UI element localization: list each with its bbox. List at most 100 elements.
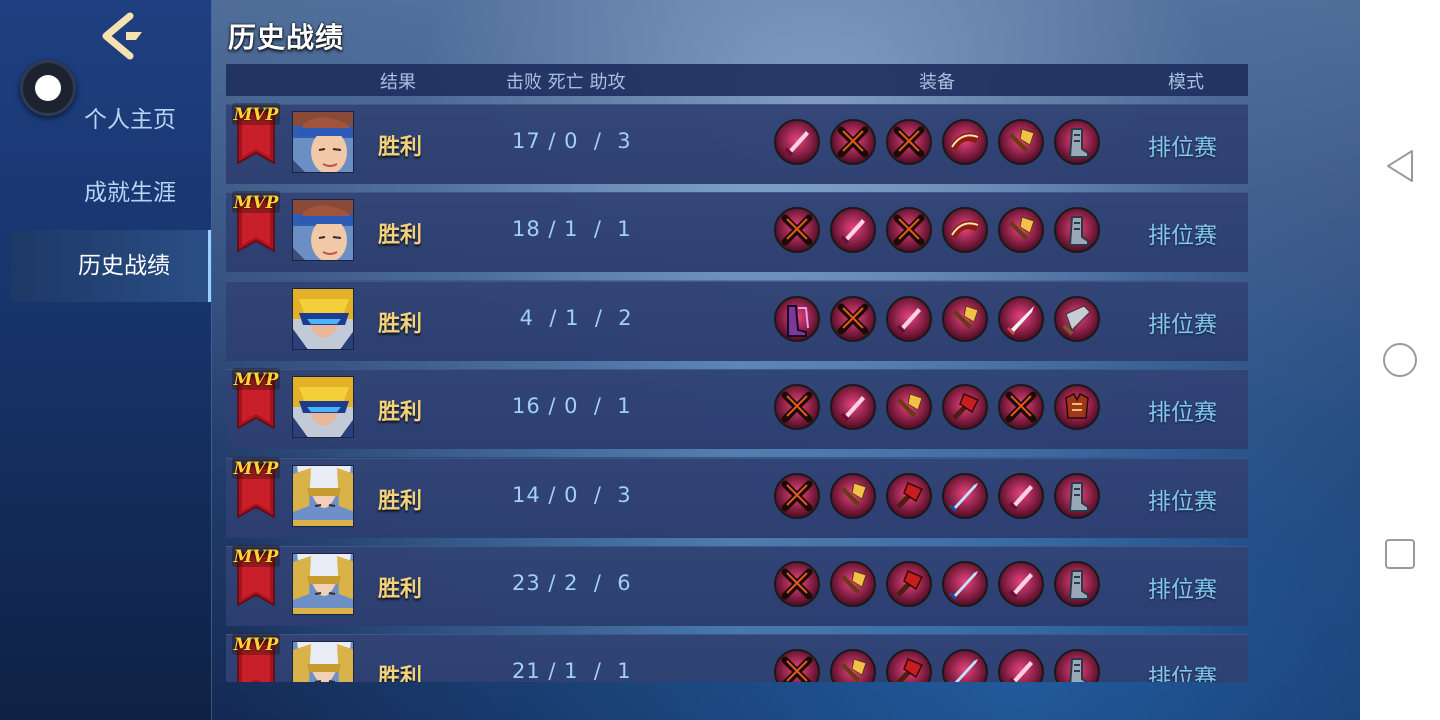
- match-row[interactable]: MVP 胜利 17 / 0 / 3 排位赛: [226, 101, 1248, 192]
- mvp-badge: MVP: [230, 455, 282, 521]
- crimson-blade-icon: [886, 295, 932, 342]
- game-mode: 排位赛: [1148, 400, 1217, 427]
- header-mode: 模式: [1168, 72, 1204, 93]
- circle-home-icon: [1383, 343, 1417, 377]
- game-mode: 排位赛: [1148, 223, 1217, 250]
- crossed-axes-icon: [830, 295, 876, 342]
- red-hammer-icon: [886, 649, 932, 682]
- hero-avatar: [292, 464, 354, 527]
- crimson-blade-icon: [830, 384, 876, 431]
- kda-score: 17 / 0 / 3: [512, 129, 632, 153]
- square-recents-icon: [1385, 539, 1415, 569]
- hero-avatar: [292, 376, 354, 439]
- golden-axe-icon: [886, 384, 932, 431]
- mvp-label: MVP: [233, 635, 279, 656]
- back-button[interactable]: [96, 12, 152, 60]
- crossed-axes-icon: [774, 207, 820, 254]
- nav-back-button[interactable]: [1382, 148, 1418, 184]
- match-result: 胜利: [378, 665, 423, 682]
- crimson-blade-icon: [774, 119, 820, 165]
- crossed-axes-icon: [830, 119, 876, 165]
- kda-score: 21 / 1 / 1: [512, 659, 632, 682]
- mvp-label: MVP: [233, 458, 279, 479]
- crossed-axes-icon: [774, 561, 820, 607]
- match-row[interactable]: MVP 胜利 23 / 2 / 6 排位赛: [226, 545, 1248, 634]
- kda-score: 14 / 0 / 3: [512, 482, 632, 507]
- armored-boots-icon: [1054, 561, 1100, 607]
- golden-axe-icon: [998, 207, 1044, 254]
- match-row[interactable]: MVP 胜利 14 / 0 / 3 排位赛: [226, 455, 1248, 546]
- crossed-axes-icon: [886, 119, 932, 165]
- sidebar-item-career[interactable]: 成就生涯: [0, 157, 212, 229]
- crossed-axes-icon: [998, 384, 1044, 431]
- blue-sword-icon: [942, 472, 988, 519]
- war-horn-icon: [942, 207, 988, 254]
- nav-home-button[interactable]: [1382, 342, 1418, 378]
- match-history-table: 结果 击败 死亡 助攻 装备 模式 MVP 胜利 17 / 0 / 3 排位赛 MVP 胜…: [226, 64, 1248, 682]
- sidebar-item-history[interactable]: 历史战绩: [10, 230, 211, 302]
- hero-avatar: [292, 287, 354, 350]
- match-result: 胜利: [378, 311, 423, 337]
- crossed-axes-icon: [774, 472, 820, 519]
- header-result: 结果: [380, 72, 416, 93]
- mvp-label: MVP: [233, 105, 279, 125]
- kda-score: 23 / 2 / 6: [512, 571, 632, 595]
- match-row[interactable]: MVP 胜利 21 / 1 / 1 排位赛: [226, 633, 1248, 682]
- blue-sword-icon: [942, 561, 988, 607]
- kda-score: 16 / 0 / 1: [512, 394, 632, 419]
- armored-boots-icon: [1054, 472, 1100, 519]
- broad-sword-icon: [1054, 295, 1100, 342]
- crimson-blade-icon: [998, 472, 1044, 519]
- red-hammer-icon: [886, 472, 932, 519]
- game-mode: 排位赛: [1148, 488, 1217, 515]
- golden-axe-icon: [830, 561, 876, 607]
- match-result: 胜利: [378, 400, 423, 426]
- red-hammer-icon: [942, 384, 988, 431]
- hero-avatar: [292, 111, 354, 173]
- crossed-axes-icon: [774, 384, 820, 431]
- crimson-blade-icon: [830, 207, 876, 254]
- crossed-axes-icon: [886, 207, 932, 254]
- mvp-label: MVP: [233, 193, 279, 214]
- sidebar-item-profile[interactable]: 个人主页: [0, 84, 212, 156]
- page-title: 历史战绩: [228, 21, 345, 54]
- sidebar: 个人主页 成就生涯 历史战绩: [0, 0, 212, 720]
- armored-boots-icon: [1054, 207, 1100, 254]
- match-result: 胜利: [378, 135, 423, 160]
- golden-axe-icon: [830, 472, 876, 519]
- armored-boots-icon: [1054, 119, 1100, 165]
- war-horn-icon: [942, 119, 988, 165]
- match-result: 胜利: [378, 223, 423, 249]
- crossed-axes-icon: [774, 649, 820, 682]
- match-row[interactable]: MVP 胜利 16 / 0 / 1 排位赛: [226, 366, 1248, 458]
- game-mode: 排位赛: [1148, 577, 1217, 603]
- mvp-badge: MVP: [230, 189, 282, 255]
- table-header: 结果 击败 死亡 助攻 装备 模式: [226, 64, 1248, 96]
- hero-avatar: [292, 641, 354, 682]
- mvp-badge: MVP: [230, 366, 282, 432]
- match-row[interactable]: MVP 胜利 18 / 1 / 1 排位赛: [226, 189, 1248, 281]
- kda-score: 4 / 1 / 2: [512, 305, 633, 330]
- golden-axe-icon: [998, 119, 1044, 165]
- game-mode: 排位赛: [1148, 135, 1217, 161]
- red-hammer-icon: [886, 561, 932, 607]
- triangle-back-icon: [1387, 150, 1413, 182]
- hero-avatar: [292, 553, 354, 615]
- nav-recents-button[interactable]: [1382, 536, 1418, 572]
- match-row[interactable]: 胜利 4 / 1 / 2 排位赛: [226, 280, 1248, 369]
- kda-score: 18 / 1 / 1: [512, 217, 632, 242]
- game-mode: 排位赛: [1148, 311, 1217, 338]
- match-result: 胜利: [378, 488, 423, 514]
- crimson-blade-icon: [998, 649, 1044, 682]
- game-screen: 个人主页 成就生涯 历史战绩 历史战绩 结果 击败 死亡 助攻 装备 模式 MV…: [0, 0, 1360, 720]
- hero-avatar: [292, 199, 354, 262]
- mvp-badge: MVP: [230, 101, 282, 167]
- crimson-blade-icon: [998, 561, 1044, 607]
- blue-sword-icon: [942, 649, 988, 682]
- armored-boots-icon: [1054, 649, 1100, 682]
- demon-armor-icon: [1054, 384, 1100, 431]
- back-arrow-icon: [102, 12, 142, 60]
- mvp-label: MVP: [233, 370, 279, 391]
- header-equipment: 装备: [919, 72, 955, 93]
- golden-axe-icon: [830, 649, 876, 682]
